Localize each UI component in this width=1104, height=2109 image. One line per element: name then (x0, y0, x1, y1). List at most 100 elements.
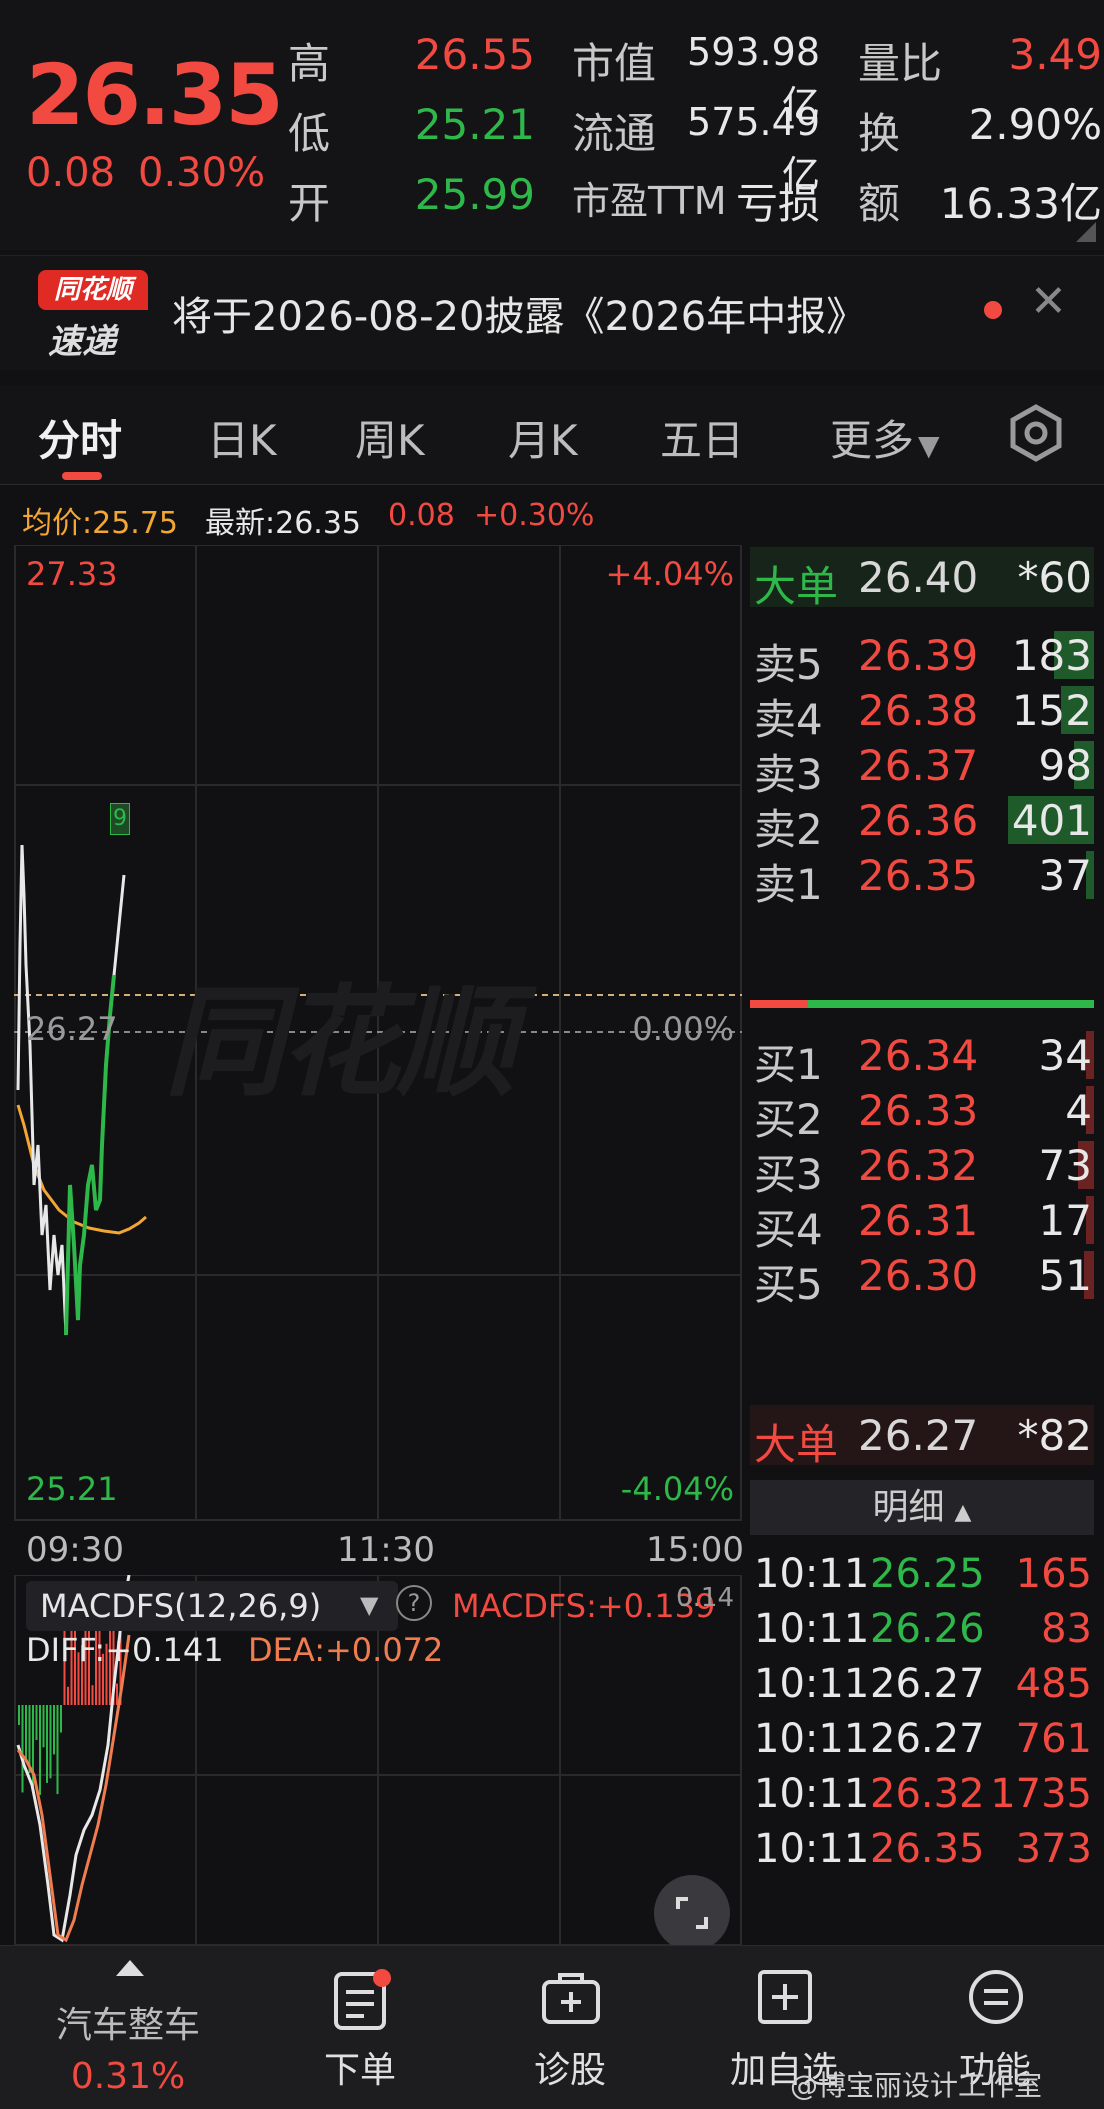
source-watermark: @博宝丽设计工作室 (790, 2069, 1043, 2102)
trade-row[interactable]: 10:11 26.27 485 (750, 1655, 1094, 1715)
menu-icon (969, 1970, 1023, 2024)
big-order-price: 26.27 (858, 1411, 979, 1460)
price-line-white (16, 844, 126, 1336)
bid-price: 26.34 (858, 1031, 979, 1080)
low-label: 低 (288, 109, 331, 158)
last-price: 26.35 (26, 46, 284, 144)
trade-row[interactable]: 10:11 26.32 1735 (750, 1765, 1094, 1825)
ths-express-logo: 同花顺 速递 (38, 270, 148, 362)
macd-corner-value: 0.14 (676, 1583, 734, 1613)
macd-dea: DEA:+0.072 (248, 1631, 444, 1669)
settings-icon[interactable] (1006, 403, 1066, 463)
turnover-value: 2.90% (968, 100, 1102, 149)
detail-header[interactable]: 明细 ▲ (750, 1480, 1094, 1535)
unread-dot-icon (984, 301, 1002, 319)
tab-intraday[interactable]: 分时 (38, 407, 122, 468)
sector-button[interactable]: 汽车整车 0.31% (28, 1946, 228, 2109)
ask-volume: 401 (1011, 796, 1092, 845)
bid-row[interactable]: 买4 26.31 17 (750, 1190, 1094, 1254)
latest-price: 最新:26.35 (205, 506, 361, 541)
amount-label: 额 (858, 179, 901, 228)
macd-histogram-bar (42, 1705, 45, 1748)
bottom-toolbar: 汽车整车 0.31% 下单 诊股 加自选 功能 @博宝丽设计工作室 (0, 1945, 1104, 2109)
tab-more[interactable]: 更多 ▼ (830, 407, 940, 468)
bid-price: 26.30 (858, 1251, 979, 1300)
macd-histogram-bar (91, 1685, 94, 1705)
tab-weekly-k[interactable]: 周K (355, 407, 425, 468)
trade-price: 26.27 (870, 1716, 985, 1762)
bid-volume: 73 (1038, 1141, 1092, 1190)
trade-price: 26.26 (870, 1606, 985, 1652)
book-balance-buy-fill (750, 1000, 808, 1008)
detail-header-label: 明细 (872, 1487, 945, 1528)
intraday-chart[interactable]: 同花顺 9 27.33 26.27 25.21 +4.04% 0.00% -4.… (14, 545, 742, 1525)
trade-volume: 83 (1041, 1606, 1092, 1652)
bid-row[interactable]: 买1 26.34 34 (750, 1025, 1094, 1089)
dropdown-arrow-icon: ▼ (918, 429, 940, 462)
order-button[interactable]: 下单 (260, 1946, 460, 2109)
order-label: 下单 (323, 2050, 396, 2091)
order-icon (334, 1969, 391, 2030)
big-order-top[interactable]: 大单 26.40 *60 (750, 547, 1094, 611)
trade-time: 10:11 (754, 1771, 870, 1817)
notice-text[interactable]: 将于2026-08-20披露《2026年中报》 (172, 284, 866, 342)
ask-row[interactable]: 卖5 26.39 183 (750, 625, 1094, 689)
macd-panel[interactable]: MACDFS(12,26,9) ▼ ? MACDFS:+0.139 0.14 D… (14, 1575, 742, 1951)
info-change-pct: +0.30% (474, 498, 595, 533)
trade-volume: 761 (1015, 1716, 1092, 1762)
help-icon[interactable]: ? (396, 1585, 432, 1621)
trade-row[interactable]: 10:11 26.25 165 (750, 1545, 1094, 1605)
macd-histogram-bar (25, 1705, 27, 1762)
bid-row[interactable]: 买3 26.32 73 (750, 1135, 1094, 1199)
macd-histogram-bar (18, 1705, 20, 1725)
trade-volume: 485 (1015, 1661, 1092, 1707)
macd-selector[interactable]: MACDFS(12,26,9) ▼ (26, 1581, 398, 1631)
intraday-info-bar: 均价:25.75 最新:26.35 0.08 +0.30% (0, 490, 1104, 545)
trade-row[interactable]: 10:11 26.26 83 (750, 1600, 1094, 1660)
ask-row[interactable]: 卖4 26.38 152 (750, 680, 1094, 744)
big-order-bottom[interactable]: 大单 26.27 *82 (750, 1405, 1094, 1469)
trade-row[interactable]: 10:11 26.27 761 (750, 1710, 1094, 1770)
macd-histogram-bar (35, 1705, 38, 1741)
trade-marker[interactable]: 9 (110, 803, 130, 835)
bid-row[interactable]: 买5 26.30 51 (750, 1245, 1094, 1309)
avg-price-line (16, 1104, 147, 1235)
bid-row[interactable]: 买2 26.33 4 (750, 1080, 1094, 1144)
trade-time: 10:11 (754, 1551, 870, 1597)
tab-daily-k[interactable]: 日K (207, 407, 277, 468)
tab-monthly-k[interactable]: 月K (508, 407, 578, 468)
info-change: 0.08 (388, 498, 455, 533)
sector-pct: 0.31% (70, 2056, 186, 2097)
volume-ratio-label: 量比 (858, 39, 943, 88)
y-axis-bottom: 25.21 (26, 1470, 118, 1508)
trade-volume: 1735 (990, 1771, 1092, 1817)
ask-row[interactable]: 卖3 26.37 98 (750, 735, 1094, 799)
sector-name: 汽车整车 (55, 2005, 200, 2046)
trade-time: 10:11 (754, 1661, 870, 1707)
book-balance-bar (750, 1000, 1094, 1008)
tab-five-day[interactable]: 五日 (660, 407, 744, 468)
trade-price: 26.27 (870, 1661, 985, 1707)
trade-volume: 373 (1015, 1826, 1092, 1872)
quote-header: 26.35 0.08 0.30% 高 26.55 市值 593.98亿 量比 3… (0, 0, 1104, 250)
ask-row[interactable]: 卖2 26.36 401 (750, 790, 1094, 854)
ask-row[interactable]: 卖1 26.35 37 (750, 845, 1094, 909)
macd-histogram-bar (21, 1705, 24, 1793)
macd-histogram-bar (56, 1705, 59, 1795)
price-change-pct: 0.30% (138, 150, 266, 196)
bid-volume: 51 (1038, 1251, 1092, 1300)
expand-corner-icon[interactable] (1076, 222, 1096, 242)
logo-bottom-text: 速递 (48, 322, 116, 362)
notice-banner[interactable]: 同花顺 速递 将于2026-08-20披露《2026年中报》 ✕ (0, 255, 1104, 370)
tab-more-label: 更多 (830, 416, 915, 465)
ask-price: 26.35 (858, 851, 979, 900)
pct-axis-bottom: -4.04% (620, 1470, 734, 1508)
close-icon[interactable]: ✕ (1030, 276, 1067, 327)
open-label: 开 (288, 179, 331, 228)
trade-row[interactable]: 10:11 26.35 373 (750, 1820, 1094, 1880)
turnover-label: 换 (858, 109, 901, 158)
fullscreen-button[interactable] (654, 1875, 730, 1951)
trade-time: 10:11 (754, 1606, 870, 1652)
price-change: 0.08 (26, 150, 116, 196)
diagnose-button[interactable]: 诊股 (470, 1946, 670, 2109)
